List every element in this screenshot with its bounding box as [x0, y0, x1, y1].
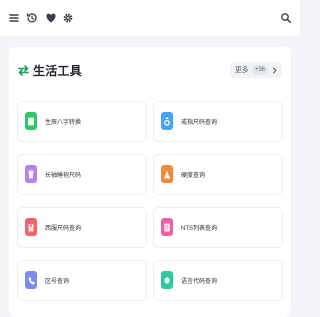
menu-icon[interactable]: [6, 10, 22, 26]
tool-item-suit-size[interactable]: 西服尺码查询: [17, 207, 147, 248]
tool-item-language-code[interactable]: 语言代码查询: [153, 260, 283, 301]
tool-label: 戒指尺码查询: [181, 120, 218, 126]
tool-item-robe-size[interactable]: 长袖睡袍尺码: [17, 154, 147, 195]
tool-label: 语言代码查询: [181, 279, 218, 285]
section-header: 生活工具 更多 +96: [17, 61, 283, 81]
suit-icon: [25, 218, 37, 236]
ring-icon: [161, 112, 173, 130]
search-icon[interactable]: [278, 10, 294, 26]
tool-item-bazi[interactable]: 生辰八字转换: [17, 101, 147, 142]
list-icon: [161, 218, 173, 236]
more-count-badge: +96: [251, 65, 268, 75]
robe-icon: [25, 165, 37, 183]
tool-item-hardness[interactable]: 硬度查询: [153, 154, 283, 195]
tool-label: NTS列表查询: [181, 226, 218, 232]
more-label: 更多: [234, 67, 249, 74]
tool-label: 硬度查询: [181, 173, 206, 179]
swap-arrows-icon: [17, 64, 30, 77]
settings-icon[interactable]: [60, 10, 76, 26]
chevron-right-icon: [272, 66, 277, 74]
tool-label: 长袖睡袍尺码: [45, 173, 82, 179]
globe-icon: [161, 271, 173, 289]
top-bar: [0, 0, 300, 36]
tool-label: 生辰八字转换: [45, 120, 82, 126]
life-tools-card: 生活工具 更多 +96 生辰八字转换 戒指尺码查询 长袖睡袍尺码 硬度查询 西服…: [9, 47, 291, 317]
history-icon[interactable]: [24, 10, 40, 26]
tool-item-nts-list[interactable]: NTS列表查询: [153, 207, 283, 248]
tool-label: 西服尺码查询: [45, 226, 82, 232]
section-title: 生活工具: [33, 64, 82, 78]
card-icon: [25, 112, 37, 130]
cone-icon: [161, 165, 173, 183]
tool-label: 区号查询: [45, 279, 70, 285]
heart-icon[interactable]: [43, 10, 59, 26]
more-button[interactable]: 更多 +96: [229, 62, 282, 78]
tool-item-area-code[interactable]: 区号查询: [17, 260, 147, 301]
phone-icon: [25, 271, 37, 289]
tool-item-ring-size[interactable]: 戒指尺码查询: [153, 101, 283, 142]
